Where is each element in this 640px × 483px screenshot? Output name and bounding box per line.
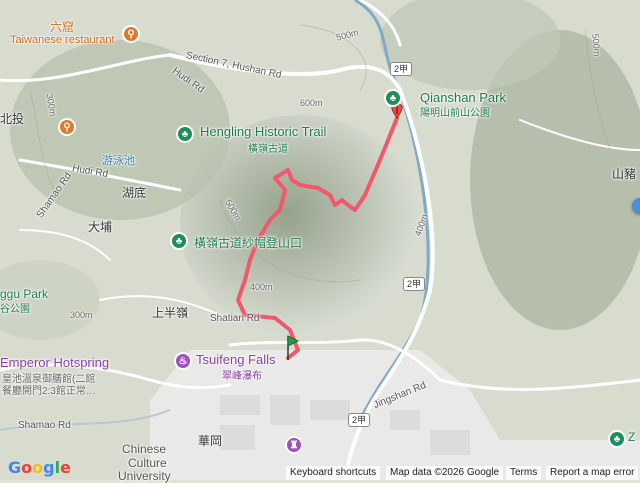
park-left-name-cn: 谷公園 — [0, 304, 30, 315]
trailhead-name[interactable]: 橫嶺古道紗帽登山口 — [194, 234, 302, 251]
restaurant-icon[interactable]: ⚲ — [122, 25, 140, 43]
right-poi-label: Z — [628, 430, 636, 444]
place-label-shangbanling: 上半嶺 — [152, 306, 189, 320]
park-left-name[interactable]: ggu Park — [0, 287, 48, 301]
terrain-map[interactable] — [0, 0, 640, 480]
emperor-hotspring-name[interactable]: Emperor Hotspring — [0, 355, 109, 370]
restaurant-icon[interactable]: ⚲ — [58, 118, 76, 136]
google-logo[interactable]: Google — [8, 458, 71, 477]
tsuifeng-falls-name-cn: 翠峰瀑布 — [222, 371, 262, 382]
tsuifeng-falls-name[interactable]: Tsuifeng Falls — [196, 352, 275, 367]
park-icon[interactable]: ♣ — [176, 125, 194, 143]
qianshan-park-name[interactable]: Qianshan Park — [420, 90, 506, 105]
university-name-1[interactable]: Chinese — [122, 442, 166, 456]
contour-label: 300m — [70, 310, 93, 320]
place-label-pool: 游泳池 — [102, 155, 135, 167]
hotspring-icon[interactable]: ♨ — [174, 352, 192, 370]
emperor-hotspring-cn-2: 餐廳開門2:3館正常… — [2, 386, 96, 397]
place-label-huagang: 華岡 — [198, 434, 223, 448]
hill-shade — [10, 40, 230, 220]
restaurant-name[interactable]: Taiwanese restaurant — [10, 34, 115, 46]
university-name-2: Culture — [128, 456, 167, 470]
contour-label: 500m — [590, 33, 603, 57]
route-shield: 2甲 — [348, 413, 371, 427]
park-icon[interactable]: ♣ — [170, 232, 188, 250]
road-label-shamao-2: Shamao Rd — [18, 420, 71, 431]
university-icon[interactable]: ♜ — [285, 436, 303, 454]
contour-label: 400m — [250, 282, 273, 292]
hengling-trail-name[interactable]: Hengling Historic Trail — [200, 124, 326, 139]
keyboard-shortcuts-link[interactable]: Keyboard shortcuts — [286, 466, 381, 480]
hengling-trail-name-cn: 橫嶺古道 — [248, 144, 288, 155]
contour-label: 600m — [300, 98, 323, 108]
place-label-beitou: 北投 — [0, 112, 25, 126]
road-label-shatian: Shatian Rd — [210, 313, 260, 324]
place-label-shanzhu: 山豬 — [612, 167, 637, 181]
park-icon[interactable]: ♣ — [608, 430, 626, 448]
place-label-dapu: 大埔 — [88, 220, 113, 234]
park-icon[interactable]: ♣ — [384, 89, 402, 107]
report-error-link[interactable]: Report a map error — [546, 466, 639, 480]
qianshan-park-name-cn: 陽明山前山公園 — [420, 108, 490, 119]
route-shield: 2甲 — [390, 62, 413, 76]
map-data-attribution: Map data ©2026 Google — [386, 466, 504, 480]
restaurant-name-cn: 六窟 — [50, 20, 75, 34]
place-label-hudi: 湖底 — [122, 186, 147, 200]
route-shield: 2甲 — [403, 277, 426, 291]
terms-link[interactable]: Terms — [506, 466, 542, 480]
university-name-3: University — [118, 469, 171, 483]
